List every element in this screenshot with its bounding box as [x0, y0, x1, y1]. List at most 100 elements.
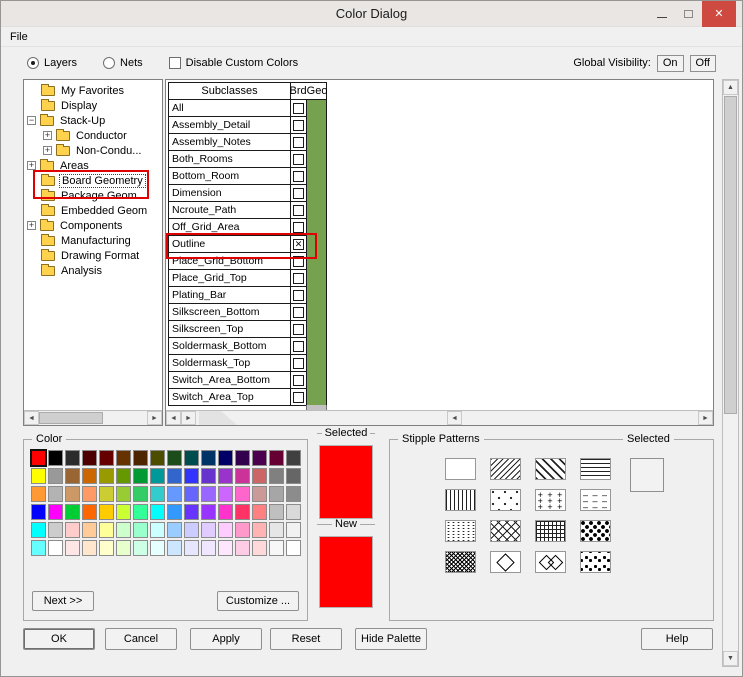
palette-color-cell[interactable]	[65, 522, 80, 538]
visibility-checkbox[interactable]	[293, 323, 304, 335]
palette-color-cell[interactable]	[184, 450, 199, 466]
visibility-checkbox[interactable]	[293, 306, 304, 318]
apply-button[interactable]: Apply	[190, 628, 262, 650]
palette-color-cell[interactable]	[218, 450, 233, 466]
palette-color-cell[interactable]	[133, 468, 148, 484]
plus-expander-icon[interactable]: +	[43, 146, 52, 155]
stipple-pattern-dot-clusters[interactable]	[580, 551, 611, 573]
palette-color-cell[interactable]	[99, 468, 114, 484]
palette-color-cell[interactable]	[48, 540, 63, 556]
tree-item-package-geom[interactable]: Package Geom...	[25, 188, 161, 203]
tree-item-stack-up[interactable]: − Stack-Up	[25, 113, 161, 128]
tree-item-drawing-format[interactable]: Drawing Format	[25, 248, 161, 263]
stipple-pattern-diag-up[interactable]	[535, 458, 566, 480]
scroll-left-icon[interactable]: ◄	[24, 411, 39, 425]
plus-expander-icon[interactable]: +	[43, 131, 52, 140]
layer-color-cell[interactable]	[307, 185, 327, 202]
disable-custom-colors-checkbox[interactable]: Disable Custom Colors	[168, 57, 298, 69]
visibility-checkbox[interactable]	[293, 102, 304, 114]
stipple-pattern-grid[interactable]	[535, 520, 566, 542]
visibility-checkbox[interactable]	[293, 187, 304, 199]
palette-color-cell[interactable]	[252, 486, 267, 502]
palette-color-cell[interactable]	[82, 486, 97, 502]
visibility-checkbox[interactable]	[293, 391, 304, 403]
visibility-checkbox[interactable]	[293, 238, 304, 250]
palette-color-cell[interactable]	[269, 504, 284, 520]
scroll-right-icon[interactable]: ►	[147, 411, 162, 425]
layer-color-cell[interactable]	[307, 253, 327, 270]
tree-item-embedded-geom[interactable]: Embedded Geom	[25, 203, 161, 218]
tree-item-non-condu[interactable]: + Non-Condu...	[25, 143, 161, 158]
palette-color-cell[interactable]	[48, 468, 63, 484]
palette-color-cell[interactable]	[286, 522, 301, 538]
visibility-checkbox[interactable]	[293, 153, 304, 165]
palette-color-cell[interactable]	[116, 522, 131, 538]
vertical-scrollbar[interactable]: ▲ ▼	[722, 79, 739, 667]
ok-button[interactable]: OK	[23, 628, 95, 650]
palette-color-cell[interactable]	[252, 540, 267, 556]
visibility-checkbox[interactable]	[293, 136, 304, 148]
palette-color-cell[interactable]	[116, 504, 131, 520]
visibility-checkbox[interactable]	[293, 340, 304, 352]
palette-color-cell[interactable]	[252, 522, 267, 538]
reset-button[interactable]: Reset	[270, 628, 342, 650]
stipple-pattern-diag-down[interactable]	[490, 458, 521, 480]
palette-color-cell[interactable]	[30, 449, 47, 467]
palette-color-cell[interactable]	[31, 522, 46, 538]
palette-color-cell[interactable]	[184, 486, 199, 502]
table-horizontal-scrollbar-right[interactable]: ◄ ►	[447, 410, 713, 425]
palette-color-cell[interactable]	[218, 486, 233, 502]
palette-color-cell[interactable]	[133, 450, 148, 466]
layer-color-cell[interactable]	[307, 236, 327, 253]
vertical-scroll-thumb[interactable]	[724, 96, 737, 414]
maximize-button[interactable]	[675, 1, 702, 27]
hide-palette-button[interactable]: Hide Palette	[355, 628, 427, 650]
palette-color-cell[interactable]	[167, 486, 182, 502]
scroll-up-icon[interactable]: ▲	[723, 80, 738, 95]
stipple-pattern-v-lines[interactable]	[445, 489, 476, 511]
palette-color-cell[interactable]	[82, 540, 97, 556]
palette-color-cell[interactable]	[99, 504, 114, 520]
palette-color-cell[interactable]	[218, 540, 233, 556]
visibility-checkbox[interactable]	[293, 204, 304, 216]
layer-color-cell[interactable]	[307, 219, 327, 236]
scroll-left-icon[interactable]: ◄	[166, 411, 181, 425]
palette-color-cell[interactable]	[82, 522, 97, 538]
palette-color-cell[interactable]	[184, 504, 199, 520]
palette-color-cell[interactable]	[269, 486, 284, 502]
palette-color-cell[interactable]	[286, 468, 301, 484]
palette-color-cell[interactable]	[150, 468, 165, 484]
stipple-pattern-diamond-lattice[interactable]	[535, 551, 566, 573]
palette-color-cell[interactable]	[167, 504, 182, 520]
palette-color-cell[interactable]	[99, 450, 114, 466]
next-button[interactable]: Next >>	[32, 591, 94, 611]
layer-color-cell[interactable]	[307, 100, 327, 117]
palette-color-cell[interactable]	[252, 450, 267, 466]
palette-color-cell[interactable]	[116, 486, 131, 502]
palette-color-cell[interactable]	[218, 504, 233, 520]
layer-color-cell[interactable]	[307, 202, 327, 219]
palette-color-cell[interactable]	[269, 468, 284, 484]
visibility-checkbox[interactable]	[293, 289, 304, 301]
palette-color-cell[interactable]	[269, 450, 284, 466]
palette-color-cell[interactable]	[235, 486, 250, 502]
palette-color-cell[interactable]	[235, 468, 250, 484]
palette-color-cell[interactable]	[82, 468, 97, 484]
palette-color-cell[interactable]	[201, 486, 216, 502]
palette-color-cell[interactable]	[133, 522, 148, 538]
palette-color-cell[interactable]	[82, 450, 97, 466]
palette-color-cell[interactable]	[269, 522, 284, 538]
layer-color-cell[interactable]	[307, 270, 327, 287]
stipple-pattern-hex-outline[interactable]	[490, 551, 521, 573]
visibility-checkbox[interactable]	[293, 170, 304, 182]
layer-color-cell[interactable]	[307, 168, 327, 185]
visibility-checkbox[interactable]	[293, 119, 304, 131]
stipple-pattern-dot-diag[interactable]	[490, 489, 521, 511]
tree-item-conductor[interactable]: + Conductor	[25, 128, 161, 143]
layer-color-cell[interactable]	[307, 151, 327, 168]
palette-color-cell[interactable]	[31, 468, 46, 484]
palette-color-cell[interactable]	[184, 540, 199, 556]
palette-color-cell[interactable]	[116, 450, 131, 466]
palette-color-cell[interactable]	[150, 540, 165, 556]
palette-color-cell[interactable]	[48, 504, 63, 520]
